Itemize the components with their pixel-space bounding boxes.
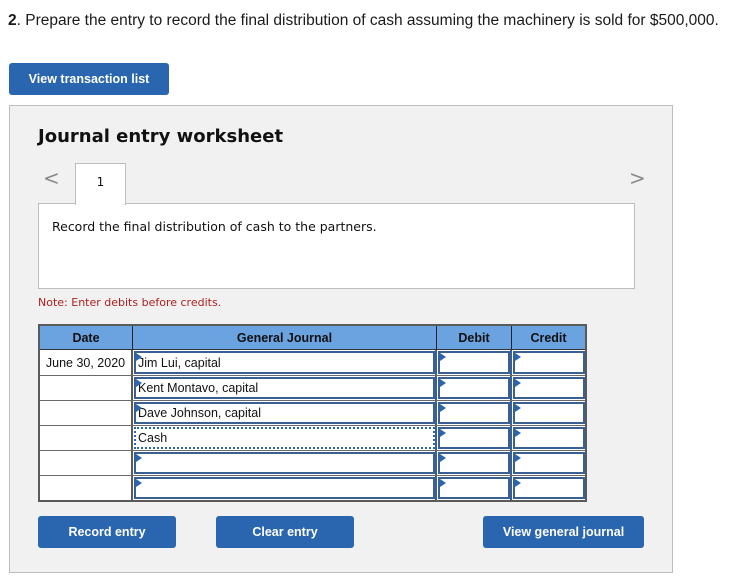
table-row: Dave Johnson, capital [40,400,585,425]
dropdown-indicator-icon [440,404,446,412]
dropdown-indicator-icon [515,379,521,387]
dropdown-indicator-icon [136,404,142,412]
chevron-right-icon[interactable]: > [629,168,646,188]
instruction-panel: Record the final distribution of cash to… [38,203,635,289]
dropdown-indicator-icon [515,454,521,462]
credit-cell [512,350,585,375]
view-general-journal-button[interactable]: View general journal [483,516,644,548]
credit-input[interactable] [513,452,585,474]
dropdown-indicator-icon [136,479,142,487]
dropdown-indicator-icon [440,379,446,387]
account-cell: Jim Lui, capital [133,350,437,375]
credit-input[interactable] [513,377,585,399]
question-body: . Prepare the entry to record the final … [16,12,719,29]
credit-input[interactable] [513,477,585,499]
credit-cell [512,376,585,400]
instruction-text: Record the final distribution of cash to… [52,219,377,234]
credit-cell [512,426,585,450]
tab-entry-1[interactable]: 1 [75,163,126,205]
account-input[interactable]: Dave Johnson, capital [134,402,435,424]
header-date: Date [40,326,133,349]
record-entry-button[interactable]: Record entry [38,516,176,548]
dropdown-indicator-icon [515,429,521,437]
dropdown-indicator-icon [136,379,142,387]
debit-cell [437,350,512,375]
credit-input[interactable] [513,427,585,449]
date-cell[interactable] [40,451,133,475]
date-cell[interactable] [40,376,133,400]
dropdown-indicator-icon [440,454,446,462]
date-cell[interactable]: June 30, 2020 [40,350,133,375]
clear-entry-button[interactable]: Clear entry [216,516,354,548]
debit-cell [437,476,512,500]
table-header-row: Date General Journal Debit Credit [40,326,585,350]
dropdown-indicator-icon [136,454,142,462]
credit-input[interactable] [513,351,585,374]
account-input[interactable]: Cash [134,427,435,449]
table-row [40,475,585,500]
debit-input[interactable] [438,351,510,374]
header-general-journal: General Journal [133,326,437,349]
dropdown-indicator-icon [515,353,521,361]
account-value: Dave Johnson, capital [138,406,261,420]
date-cell[interactable] [40,426,133,450]
account-cell: Kent Montavo, capital [133,376,437,400]
account-cell [133,451,437,475]
debit-input[interactable] [438,377,510,399]
debit-input[interactable] [438,427,510,449]
credit-cell [512,476,585,500]
debit-input[interactable] [438,402,510,424]
debit-input[interactable] [438,477,510,499]
note-text: Note: Enter debits before credits. [38,296,222,309]
account-value: Cash [138,431,168,445]
account-input[interactable]: Kent Montavo, capital [134,377,435,399]
debit-cell [437,426,512,450]
account-cell [133,476,437,500]
dropdown-indicator-icon [136,353,142,361]
debit-cell [437,401,512,425]
header-credit: Credit [530,330,567,345]
account-cell: Dave Johnson, capital [133,401,437,425]
debit-cell [437,376,512,400]
debit-input[interactable] [438,452,510,474]
worksheet-title: Journal entry worksheet [38,126,284,147]
dropdown-indicator-icon [515,479,521,487]
journal-entry-worksheet: Journal entry worksheet < 1 > Record the… [9,105,673,573]
dropdown-indicator-icon [440,353,446,361]
header-debit: Debit [437,326,512,349]
chevron-left-icon[interactable]: < [43,168,60,188]
account-input[interactable] [134,452,435,474]
table-row: Kent Montavo, capital [40,375,585,400]
question-text: 2. Prepare the entry to record the final… [8,12,719,30]
account-input[interactable] [134,477,435,499]
dropdown-indicator-icon [515,404,521,412]
tab-label: 1 [96,175,105,189]
credit-cell [512,401,585,425]
view-transaction-list-button[interactable]: View transaction list [9,63,169,95]
credit-input[interactable] [513,402,585,424]
dropdown-indicator-icon [440,429,446,437]
question-number: 2 [8,12,17,29]
table-row: Cash [40,425,585,450]
general-journal-table: Date General Journal Debit Credit June 3… [38,324,587,502]
account-input[interactable]: Jim Lui, capital [134,351,435,374]
date-cell[interactable] [40,401,133,425]
table-row [40,450,585,475]
dropdown-indicator-icon [440,479,446,487]
date-cell[interactable] [40,476,133,500]
account-cell: Cash [133,426,437,450]
account-value: Kent Montavo, capital [138,381,259,395]
table-row: June 30, 2020 Jim Lui, capital [40,350,585,375]
credit-cell [512,451,585,475]
debit-cell [437,451,512,475]
account-value: Jim Lui, capital [138,355,221,370]
